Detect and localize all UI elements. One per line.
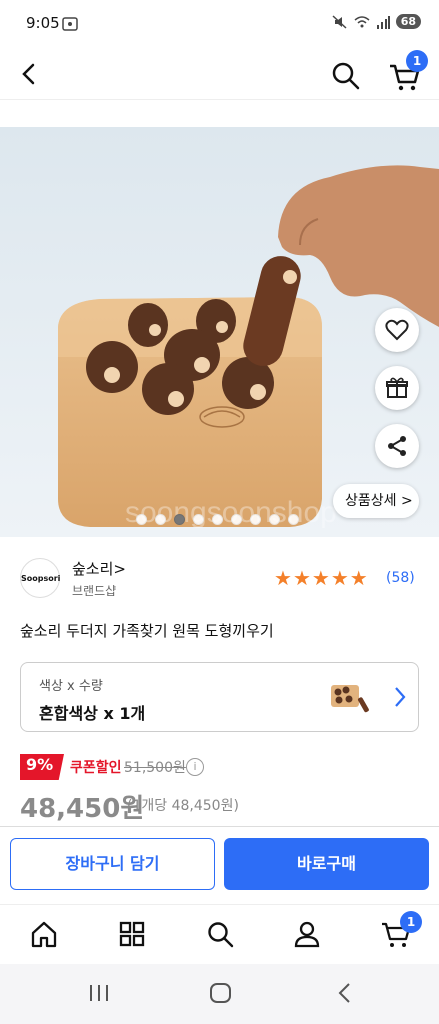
option-value: 혼합색상 x 1개 — [39, 704, 146, 723]
screen-record-icon — [62, 17, 78, 31]
current-price: 48,450원 — [20, 794, 145, 824]
battery-level: 68 — [395, 14, 421, 29]
original-price: 51,500원 — [124, 760, 186, 776]
mute-icon — [332, 14, 347, 29]
gift-icon — [386, 377, 408, 398]
carousel-dot[interactable] — [136, 514, 147, 525]
carousel-dot[interactable] — [193, 514, 204, 525]
star-icon: ★ — [311, 566, 330, 590]
carousel-dot[interactable] — [288, 514, 299, 525]
top-nav: 1 — [0, 48, 439, 100]
brand-row: Soopsori 숲소리> 브랜드샵 ★ ★ ★ ★ ★ (58) — [0, 548, 439, 608]
category-icon[interactable] — [117, 919, 147, 949]
status-bar: 9:05 68 — [0, 0, 439, 48]
carousel-dot[interactable] — [231, 514, 242, 525]
brand-name[interactable]: 숲소리> — [72, 558, 126, 579]
user-icon[interactable] — [292, 919, 322, 949]
share-icon — [388, 436, 406, 456]
carousel-dot[interactable] — [174, 514, 185, 525]
signal-icon — [376, 15, 390, 29]
status-time: 9:05 — [26, 14, 60, 32]
product-title: 숲소리 두더지 가족찾기 원목 도형끼우기 — [20, 622, 274, 640]
brand-logo[interactable]: Soopsori — [20, 558, 60, 598]
rating-stars: ★ ★ ★ ★ ★ — [274, 566, 368, 590]
carousel-dot[interactable] — [155, 514, 166, 525]
review-count[interactable]: (58) — [386, 570, 415, 586]
cart-badge: 1 — [400, 911, 422, 933]
option-thumbnail — [331, 685, 369, 713]
back-nav-icon[interactable] — [336, 982, 352, 1004]
info-icon[interactable]: i — [186, 758, 204, 776]
search-icon[interactable] — [330, 60, 362, 92]
carousel-dot[interactable] — [269, 514, 280, 525]
carousel-dot[interactable] — [250, 514, 261, 525]
star-icon: ★ — [292, 566, 311, 590]
system-nav — [0, 964, 439, 1024]
search-icon[interactable] — [205, 919, 235, 949]
product-detail-button[interactable]: 상품상세 > — [333, 484, 419, 518]
coupon-label: 쿠폰할인 — [70, 760, 122, 776]
add-to-cart-button[interactable]: 장바구니 담기 — [10, 838, 215, 890]
back-icon[interactable] — [18, 62, 40, 86]
cart-badge: 1 — [406, 50, 428, 72]
carousel-indicator[interactable] — [136, 514, 299, 525]
recent-apps-icon[interactable] — [88, 982, 110, 1004]
gift-button[interactable] — [375, 366, 419, 410]
unit-price: (1개당 48,450원) — [127, 798, 239, 814]
product-photo: soongsoonshop — [0, 127, 439, 537]
star-icon: ★ — [349, 566, 368, 590]
action-bar: 장바구니 담기 바로구매 — [0, 826, 439, 904]
bottom-nav: 1 — [0, 904, 439, 964]
wifi-icon — [354, 15, 370, 27]
home-icon[interactable] — [29, 919, 59, 949]
heart-icon — [385, 319, 409, 341]
product-image[interactable]: soongsoonshop — [0, 127, 439, 537]
brand-shop-label: 브랜드샵 — [72, 584, 117, 598]
share-button[interactable] — [375, 424, 419, 468]
carousel-dot[interactable] — [212, 514, 223, 525]
wishlist-button[interactable] — [375, 308, 419, 352]
home-button-icon[interactable] — [209, 982, 233, 1004]
buy-now-button[interactable]: 바로구매 — [224, 838, 429, 890]
chevron-right-icon — [395, 687, 406, 707]
star-icon: ★ — [330, 566, 349, 590]
status-icons: 68 — [332, 14, 421, 29]
option-label: 색상 x 수량 — [39, 679, 103, 694]
option-selector[interactable]: 색상 x 수량 혼합색상 x 1개 — [20, 662, 419, 732]
star-icon: ★ — [274, 566, 292, 590]
discount-badge: 9% — [20, 754, 64, 780]
